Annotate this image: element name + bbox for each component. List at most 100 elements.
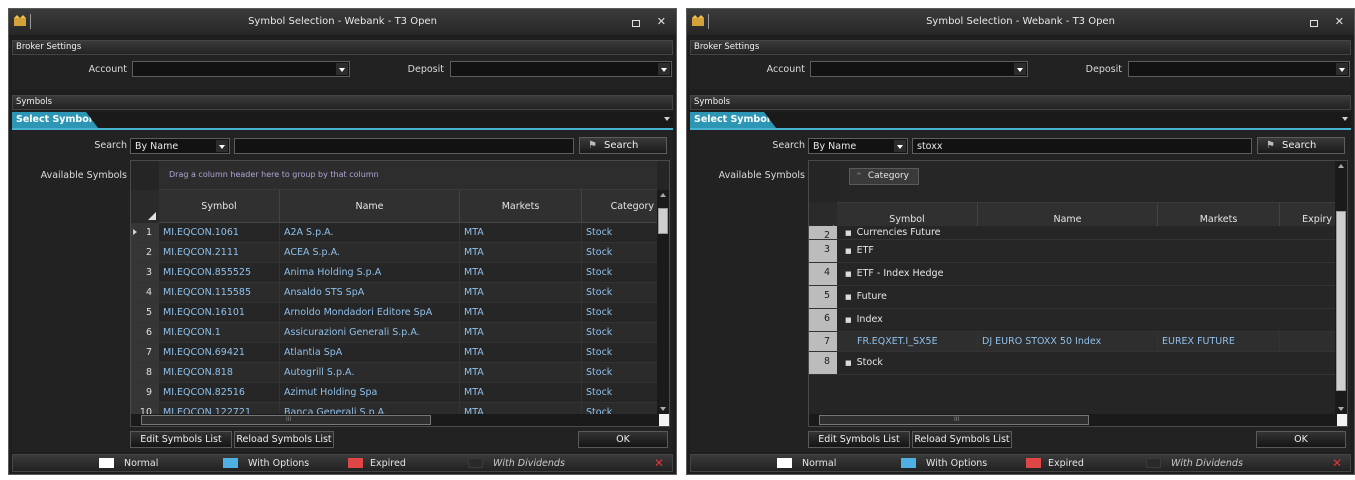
group-label[interactable]: ETF [845, 245, 874, 256]
cell-market[interactable]: MTA [460, 303, 582, 322]
group-label[interactable]: Stock [845, 357, 883, 368]
row-number[interactable]: 7 [809, 332, 837, 351]
column-header-category[interactable]: Category [582, 190, 659, 223]
horizontal-scrollbar[interactable] [809, 414, 1337, 426]
table-row[interactable]: 2 MI.EQCON.2111 ACEA S.p.A. MTA Stock [131, 243, 669, 263]
row-number[interactable]: 3 [809, 240, 837, 262]
table-row[interactable]: 1 MI.EQCON.1061 A2A S.p.A. MTA Stock [131, 223, 669, 243]
scroll-up-arrow-icon[interactable] [1338, 164, 1344, 168]
cell-category[interactable]: Stock [582, 243, 659, 262]
ok-button[interactable]: OK [1256, 431, 1346, 448]
cell-name[interactable]: Atlantia SpA [280, 343, 460, 362]
group-label[interactable]: Currencies Future [845, 227, 941, 238]
cell-name[interactable]: Assicurazioni Generali S.p.A. [280, 323, 460, 342]
symbols-header[interactable]: Symbols [690, 95, 1351, 110]
search-input[interactable]: stoxx [912, 138, 1252, 154]
cell-market[interactable]: MTA [460, 343, 582, 362]
account-dropdown[interactable] [132, 61, 350, 77]
cell-symbol[interactable]: MI.EQCON.82516 [159, 383, 280, 402]
vertical-scrollbar[interactable] [657, 190, 669, 414]
cell-market[interactable]: MTA [460, 363, 582, 382]
table-row[interactable]: 9 MI.EQCON.82516 Azimut Holding Spa MTA Stoc… [131, 383, 669, 403]
tab-select-symbol[interactable]: Select Symbol [12, 112, 98, 128]
row-number[interactable]: 2 [131, 243, 159, 262]
cell-category[interactable]: Stock [582, 283, 659, 302]
group-label[interactable]: ETF - Index Hedge [845, 268, 944, 279]
row-number[interactable]: 4 [131, 283, 159, 302]
account-dropdown[interactable] [810, 61, 1028, 77]
cell-category[interactable]: Stock [582, 383, 659, 402]
reload-symbols-list-button[interactable]: Reload Symbols List [912, 431, 1012, 448]
cell-symbol[interactable]: MI.EQCON.855525 [159, 263, 280, 282]
chevron-down-icon[interactable] [664, 117, 670, 121]
table-row[interactable]: 4 MI.EQCON.115585 Ansaldo STS SpA MTA Stock [131, 283, 669, 303]
maximize-button[interactable] [1310, 20, 1318, 27]
group-row[interactable]: 6 Index [809, 309, 1347, 332]
row-number[interactable]: 7 [131, 343, 159, 362]
group-row[interactable]: 4 ETF - Index Hedge [809, 263, 1347, 286]
symbols-grid[interactable]: Drag a column header here to group by th… [130, 160, 670, 427]
cell-symbol[interactable]: FR.EQXET.I_SX5E [853, 332, 978, 351]
scroll-down-arrow-icon[interactable] [660, 407, 666, 411]
table-row[interactable]: 7 MI.EQCON.69421 Atlantia SpA MTA Stock [131, 343, 669, 363]
cell-category[interactable]: Stock [582, 223, 659, 242]
symbols-header[interactable]: Symbols [12, 95, 673, 110]
horizontal-scrollbar[interactable] [131, 414, 659, 426]
scroll-down-arrow-icon[interactable] [1338, 407, 1344, 411]
search-input[interactable] [234, 138, 574, 154]
row-number[interactable]: 9 [131, 383, 159, 402]
scroll-thumb[interactable] [658, 208, 668, 234]
cell-symbol[interactable]: MI.EQCON.1061 [159, 223, 280, 242]
group-row[interactable]: 8 Stock [809, 352, 1347, 375]
group-by-area[interactable]: Category [837, 161, 1335, 203]
row-number[interactable]: 4 [809, 263, 837, 285]
group-row[interactable]: 3 ETF [809, 240, 1347, 263]
symbols-grid[interactable]: Category Symbol Name Markets Expiry 2Cur… [808, 160, 1348, 427]
cell-category[interactable]: Stock [582, 263, 659, 282]
search-mode-dropdown[interactable]: By Name [130, 138, 230, 154]
group-row[interactable]: 2 Currencies Future [809, 226, 1347, 241]
title-bar[interactable]: Symbol Selection - Webank - T3 Open ✕ [687, 9, 1354, 35]
cell-name[interactable]: Azimut Holding Spa [280, 383, 460, 402]
hscroll-thumb[interactable] [141, 415, 431, 425]
edit-symbols-list-button[interactable]: Edit Symbols List [808, 431, 910, 448]
table-row[interactable]: 8 MI.EQCON.818 Autogrill S.p.A. MTA Stock [131, 363, 669, 383]
select-all-corner[interactable] [131, 190, 159, 223]
search-button[interactable]: ⚑ Search [1257, 137, 1345, 154]
cell-name[interactable]: Autogrill S.p.A. [280, 363, 460, 382]
broker-settings-header[interactable]: Broker Settings [690, 40, 1351, 55]
cell-name[interactable]: ACEA S.p.A. [280, 243, 460, 262]
cell-name[interactable]: DJ EURO STOXX 50 Index [978, 332, 1158, 351]
edit-symbols-list-button[interactable]: Edit Symbols List [130, 431, 232, 448]
cell-market[interactable]: MTA [460, 283, 582, 302]
search-mode-dropdown[interactable]: By Name [808, 138, 908, 154]
cell-market[interactable]: MTA [460, 383, 582, 402]
hscroll-thumb[interactable] [819, 415, 1089, 425]
cell-market[interactable]: MTA [460, 223, 582, 242]
cell-symbol[interactable]: MI.EQCON.115585 [159, 283, 280, 302]
close-icon[interactable]: ✕ [1332, 456, 1342, 470]
group-by-area[interactable]: Drag a column header here to group by th… [159, 161, 657, 190]
search-button[interactable]: ⚑ Search [579, 137, 667, 154]
cell-name[interactable]: Ansaldo STS SpA [280, 283, 460, 302]
table-row[interactable]: 7 FR.EQXET.I_SX5E DJ EURO STOXX 50 Index EU… [809, 332, 1347, 352]
chevron-down-icon[interactable] [1342, 117, 1348, 121]
cell-name[interactable]: Arnoldo Mondadori Editore SpA [280, 303, 460, 322]
group-row[interactable]: 5 Future [809, 286, 1347, 309]
cell-symbol[interactable]: MI.EQCON.1 [159, 323, 280, 342]
reload-symbols-list-button[interactable]: Reload Symbols List [234, 431, 334, 448]
close-icon[interactable]: ✕ [654, 456, 664, 470]
deposit-dropdown[interactable] [450, 61, 672, 77]
row-number[interactable]: 6 [809, 309, 837, 331]
cell-symbol[interactable]: MI.EQCON.69421 [159, 343, 280, 362]
row-number[interactable]: 5 [809, 286, 837, 308]
table-row[interactable]: 3 MI.EQCON.855525 Anima Holding S.p.A MTA St… [131, 263, 669, 283]
cell-symbol[interactable]: MI.EQCON.16101 [159, 303, 280, 322]
maximize-button[interactable] [632, 20, 640, 27]
close-window-button[interactable]: ✕ [1335, 15, 1344, 28]
table-row[interactable]: 5 MI.EQCON.16101 Arnoldo Mondadori Editore… [131, 303, 669, 323]
group-label[interactable]: Index [845, 314, 883, 325]
row-number[interactable]: 6 [131, 323, 159, 342]
cell-category[interactable]: Stock [582, 343, 659, 362]
scroll-thumb[interactable] [1336, 211, 1346, 391]
